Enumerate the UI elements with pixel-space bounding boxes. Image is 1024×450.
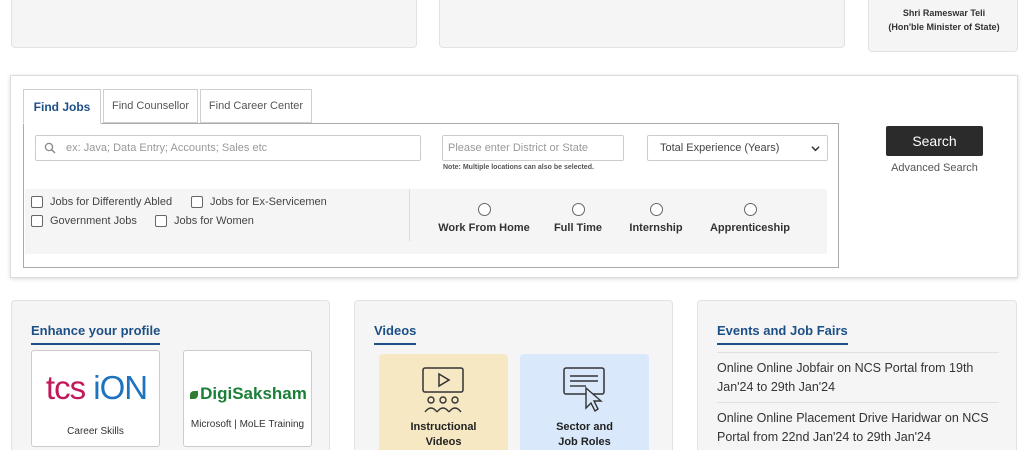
tcs-ion-tile[interactable]: tcs iON Career Skills — [31, 350, 160, 447]
digisaksham-tile[interactable]: DigiSaksham Microsoft | MoLE Training — [183, 350, 312, 447]
top-card-middle — [439, 0, 845, 48]
tab-find-jobs[interactable]: Find Jobs — [23, 89, 101, 124]
radio-circle[interactable] — [571, 203, 585, 216]
checkbox-differently-abled[interactable]: Jobs for Differently Abled — [31, 196, 172, 208]
radio-label: Full Time — [553, 222, 603, 234]
search-button[interactable]: Search — [886, 126, 983, 156]
checkbox-label: Government Jobs — [50, 215, 137, 227]
instructional-videos-label: Instructional Videos — [410, 421, 477, 448]
radio-label: Internship — [629, 222, 683, 234]
keyword-field[interactable] — [35, 135, 421, 161]
job-search-panel: Find Jobs Find Counsellor Find Career Ce… — [10, 75, 1018, 278]
checkbox-box[interactable] — [31, 215, 43, 227]
radio-circle[interactable] — [743, 203, 757, 216]
experience-select[interactable]: Total Experience (Years) — [647, 135, 828, 161]
digisaksham-logo: DigiSaksham — [184, 384, 313, 404]
checkbox-label: Jobs for Differently Abled — [50, 196, 173, 208]
tcs-ion-logo: tcs iON — [45, 369, 148, 406]
radio-full-time[interactable]: Full Time — [548, 203, 608, 234]
enhance-profile-title: Enhance your profile — [31, 323, 161, 345]
digisaksham-caption: Microsoft | MoLE Training — [190, 419, 305, 430]
tab-find-counsellor[interactable]: Find Counsellor — [103, 89, 198, 123]
checkbox-government-jobs[interactable]: Government Jobs — [31, 215, 137, 227]
checkbox-label: Jobs for Ex-Servicemen — [210, 196, 327, 208]
enhance-profile-card: Enhance your profile tcs iON Career Skil… — [11, 300, 330, 450]
radio-label: Work From Home — [438, 222, 530, 234]
checkbox-jobs-for-women[interactable]: Jobs for Women — [155, 215, 254, 227]
video-tutorial-icon — [422, 367, 464, 413]
minister-title: (Hon'ble Minister of State) — [888, 22, 1000, 32]
radio-circle[interactable] — [477, 203, 491, 216]
sector-job-roles-tile[interactable]: Sector and Job Roles — [520, 354, 649, 450]
instructional-videos-tile[interactable]: Instructional Videos — [379, 354, 508, 450]
keyword-input[interactable] — [66, 138, 416, 158]
leaf-icon — [190, 390, 199, 399]
presentation-pointer-icon — [563, 367, 605, 413]
experience-selected-value: Total Experience (Years) — [660, 142, 780, 154]
advanced-search-link[interactable]: Advanced Search — [877, 162, 992, 174]
minister-card: Shri Rameswar Teli (Hon'ble Minister of … — [868, 0, 1018, 52]
checkbox-label: Jobs for Women — [174, 215, 254, 227]
minister-name: Shri Rameswar Teli — [902, 8, 986, 18]
event-item[interactable]: Online Online Placement Drive Haridwar o… — [717, 402, 999, 447]
checkbox-ex-servicemen[interactable]: Jobs for Ex-Servicemen — [191, 196, 327, 208]
sector-job-roles-label: Sector and Job Roles — [556, 421, 613, 448]
event-item[interactable]: Online Online Jobfair on NCS Portal from… — [717, 352, 999, 397]
filter-row: Jobs for Differently Abled Jobs for Ex-S… — [25, 189, 827, 254]
tcs-caption: Career Skills — [67, 426, 124, 437]
videos-card: Videos Instructional Videos Sector and J… — [354, 300, 673, 450]
videos-title: Videos — [374, 323, 417, 345]
events-card: Events and Job Fairs Online Online Jobfa… — [697, 300, 1017, 450]
checkbox-box[interactable] — [191, 196, 203, 208]
search-icon — [44, 142, 56, 154]
top-card-left — [11, 0, 417, 48]
search-form: Note: Multiple locations can also be sel… — [23, 123, 839, 268]
chevron-down-icon — [811, 146, 820, 152]
events-title: Events and Job Fairs — [717, 323, 848, 345]
tab-find-career-center[interactable]: Find Career Center — [200, 89, 312, 123]
radio-circle[interactable] — [649, 203, 663, 216]
checkbox-box[interactable] — [155, 215, 167, 227]
checkbox-box[interactable] — [31, 196, 43, 208]
filter-divider — [409, 189, 410, 241]
location-note: Note: Multiple locations can also be sel… — [443, 164, 594, 171]
radio-label: Apprenticeship — [709, 222, 791, 234]
radio-apprenticeship[interactable]: Apprenticeship — [705, 203, 795, 234]
radio-internship[interactable]: Internship — [625, 203, 687, 234]
location-input[interactable] — [442, 135, 624, 161]
radio-work-from-home[interactable]: Work From Home — [437, 203, 531, 234]
